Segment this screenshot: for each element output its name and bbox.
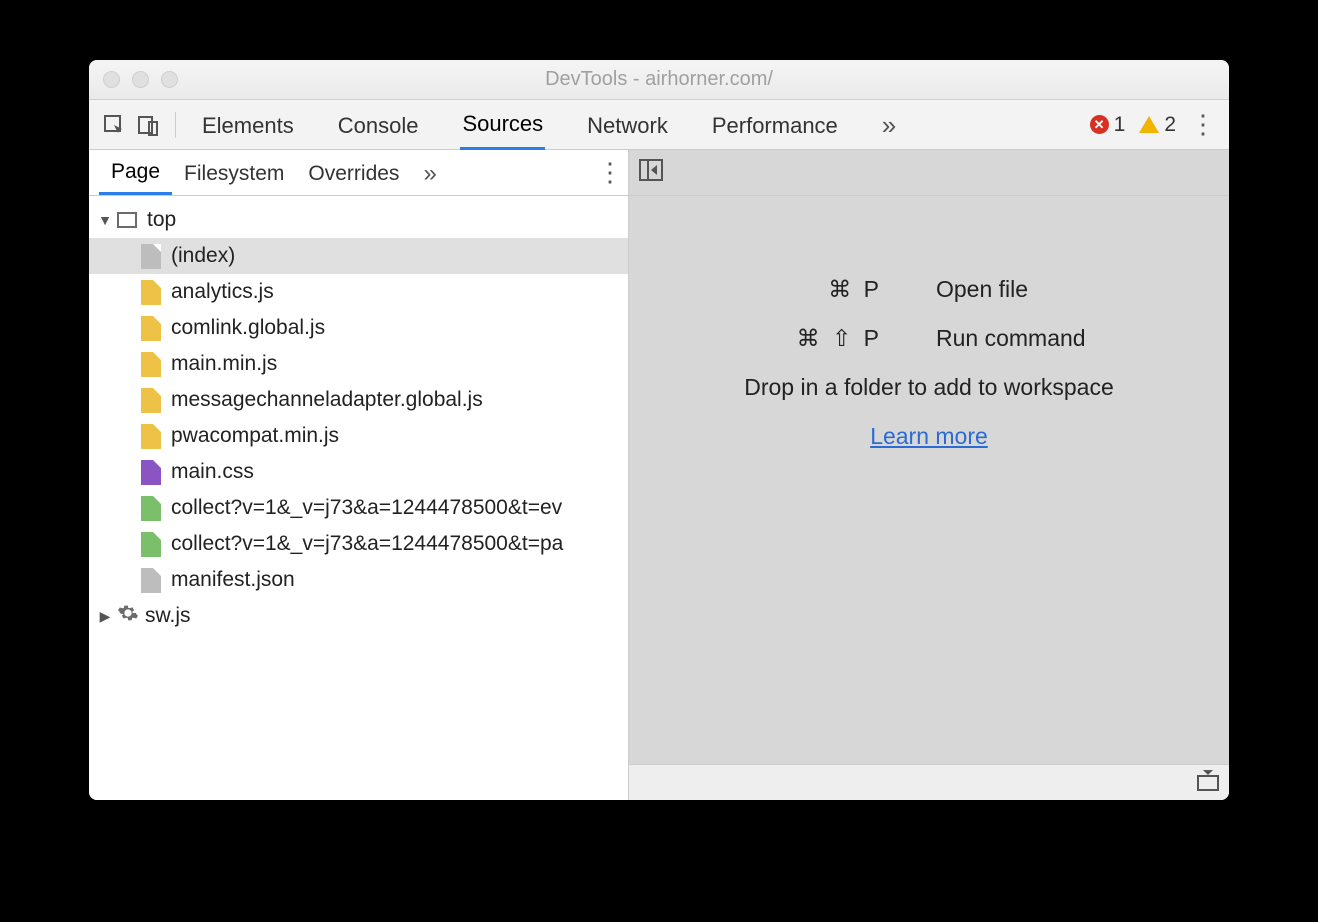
zoom-window-button[interactable] <box>161 71 178 88</box>
file-icon <box>141 388 161 413</box>
tab-sources[interactable]: Sources <box>460 99 545 150</box>
tree-file[interactable]: collect?v=1&_v=j73&a=1244478500&t=ev <box>89 490 628 526</box>
status-area: ✕ 1 2 ⋮ <box>1090 109 1215 140</box>
traffic-lights <box>89 71 178 88</box>
tab-console[interactable]: Console <box>336 101 421 149</box>
file-name: pwacompat.min.js <box>171 424 339 448</box>
panel-body: Page Filesystem Overrides » ⋮ ▼ top (ind… <box>89 150 1229 800</box>
tree-file[interactable]: main.min.js <box>89 346 628 382</box>
file-icon <box>141 424 161 449</box>
shortcut-row: ⌘ P Open file <box>732 276 1126 303</box>
main-tabstrip: Elements Console Sources Network Perform… <box>89 100 1229 150</box>
file-icon <box>141 460 161 485</box>
tree-file[interactable]: main.css <box>89 454 628 490</box>
navigator-panel: Page Filesystem Overrides » ⋮ ▼ top (ind… <box>89 150 629 800</box>
show-drawer-icon[interactable] <box>1197 769 1219 796</box>
tree-file[interactable]: (index) <box>89 238 628 274</box>
expand-icon: ▶ <box>97 608 113 625</box>
file-icon <box>141 280 161 305</box>
frame-icon <box>117 212 137 228</box>
subtab-overrides[interactable]: Overrides <box>296 152 411 194</box>
tree-file[interactable]: messagechanneladapter.global.js <box>89 382 628 418</box>
shortcut-keys: ⌘ P <box>732 276 882 303</box>
shortcut-keys: ⌘ ⇧ P <box>732 325 882 352</box>
device-toolbar-icon[interactable] <box>131 108 165 142</box>
file-icon <box>141 352 161 377</box>
shortcut-label: Open file <box>936 276 1126 303</box>
editor-header <box>629 150 1229 196</box>
inspect-icon[interactable] <box>97 108 131 142</box>
tree-root-label: top <box>147 208 176 232</box>
window-title: DevTools - airhorner.com/ <box>89 68 1229 91</box>
workspace-hint: Drop in a folder to add to workspace <box>744 374 1113 401</box>
editor-footer <box>629 764 1229 800</box>
file-icon <box>141 496 161 521</box>
file-tree: ▼ top (index) analytics.js comlink.globa… <box>89 196 628 800</box>
shortcut-label: Run command <box>936 325 1126 352</box>
close-window-button[interactable] <box>103 71 120 88</box>
error-icon: ✕ <box>1090 115 1109 134</box>
file-icon <box>141 568 161 593</box>
sw-label: sw.js <box>145 604 191 628</box>
minimize-window-button[interactable] <box>132 71 149 88</box>
error-count-value: 1 <box>1114 113 1126 137</box>
subtab-overflow-icon[interactable]: » <box>411 150 448 196</box>
tab-performance[interactable]: Performance <box>710 101 840 149</box>
titlebar: DevTools - airhorner.com/ <box>89 60 1229 100</box>
settings-menu-icon[interactable]: ⋮ <box>1190 109 1215 140</box>
file-name: collect?v=1&_v=j73&a=1244478500&t=ev <box>171 496 562 520</box>
tab-elements[interactable]: Elements <box>200 101 296 149</box>
file-icon <box>141 532 161 557</box>
file-name: analytics.js <box>171 280 274 304</box>
file-icon <box>141 244 161 269</box>
shortcut-row: ⌘ ⇧ P Run command <box>732 325 1126 352</box>
file-icon <box>141 316 161 341</box>
editor-panel: ⌘ P Open file ⌘ ⇧ P Run command Drop in … <box>629 150 1229 800</box>
navigator-subtabs: Page Filesystem Overrides » ⋮ <box>89 150 628 196</box>
file-name: main.css <box>171 460 254 484</box>
tree-file[interactable]: collect?v=1&_v=j73&a=1244478500&t=pa <box>89 526 628 562</box>
subtab-filesystem[interactable]: Filesystem <box>172 152 296 194</box>
error-count[interactable]: ✕ 1 <box>1090 113 1126 137</box>
file-name: messagechanneladapter.global.js <box>171 388 483 412</box>
file-name: collect?v=1&_v=j73&a=1244478500&t=pa <box>171 532 563 556</box>
tree-file[interactable]: analytics.js <box>89 274 628 310</box>
editor-body: ⌘ P Open file ⌘ ⇧ P Run command Drop in … <box>629 196 1229 764</box>
expand-icon: ▼ <box>97 212 113 228</box>
file-name: manifest.json <box>171 568 295 592</box>
file-name: comlink.global.js <box>171 316 325 340</box>
tab-overflow-icon[interactable]: » <box>880 98 898 151</box>
divider <box>175 112 176 138</box>
devtools-window: DevTools - airhorner.com/ Elements Conso… <box>89 60 1229 800</box>
warning-icon <box>1139 116 1159 133</box>
shortcut-hints: ⌘ P Open file ⌘ ⇧ P Run command Drop in … <box>629 276 1229 450</box>
main-tabs: Elements Console Sources Network Perform… <box>200 98 1090 151</box>
tree-file[interactable]: comlink.global.js <box>89 310 628 346</box>
tree-file[interactable]: pwacompat.min.js <box>89 418 628 454</box>
tree-serviceworker[interactable]: ▶ sw.js <box>89 598 628 634</box>
learn-more-link[interactable]: Learn more <box>870 423 988 450</box>
tree-file[interactable]: manifest.json <box>89 562 628 598</box>
file-name: (index) <box>171 244 235 268</box>
warning-count-value: 2 <box>1164 113 1176 137</box>
subtab-page[interactable]: Page <box>99 150 172 195</box>
tree-root[interactable]: ▼ top <box>89 202 628 238</box>
navigator-menu-icon[interactable]: ⋮ <box>597 157 622 188</box>
warning-count[interactable]: 2 <box>1139 113 1176 137</box>
file-name: main.min.js <box>171 352 277 376</box>
collapse-navigator-icon[interactable] <box>639 159 663 186</box>
serviceworker-icon <box>117 602 139 630</box>
tab-network[interactable]: Network <box>585 101 670 149</box>
